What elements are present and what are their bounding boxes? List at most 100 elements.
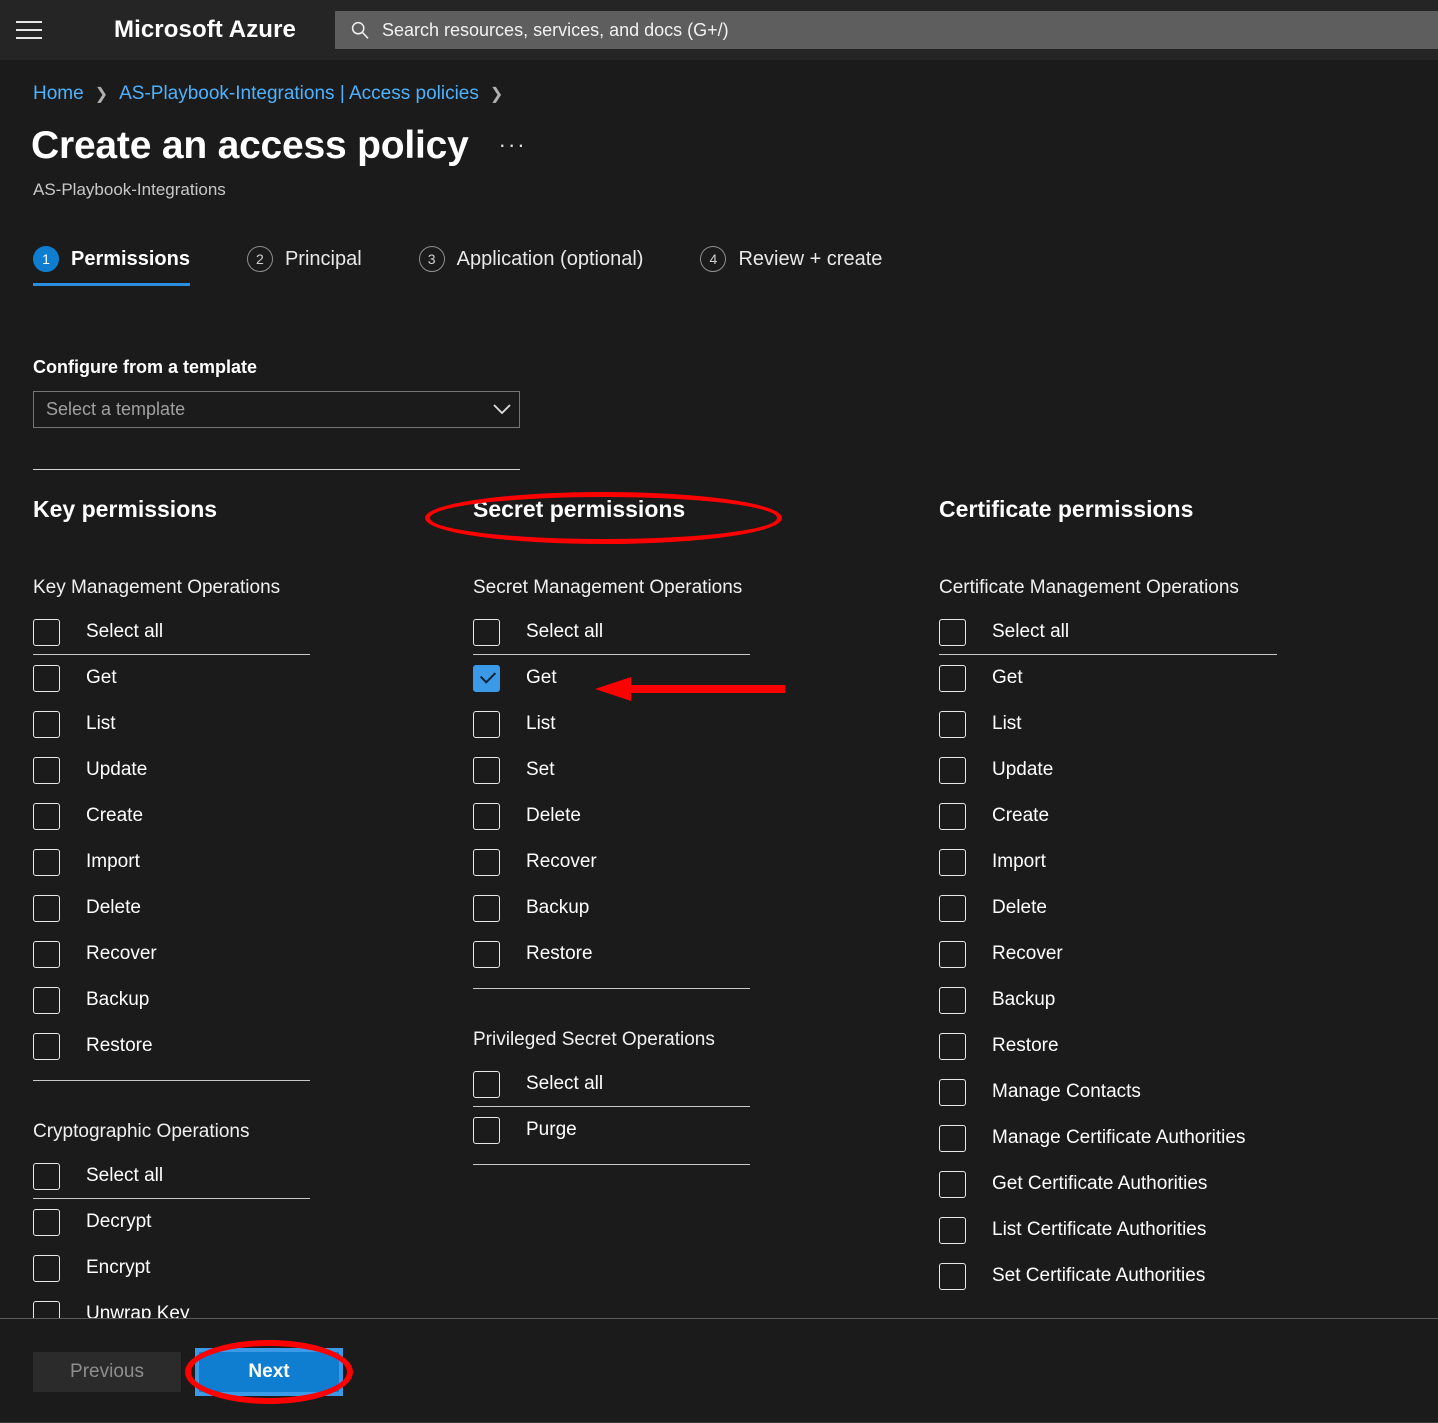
secret-mgmt-select-all-checkbox[interactable]: [473, 618, 500, 646]
key-management-operations-title: Key Management Operations: [33, 577, 281, 598]
secret-perm-backup-checkbox[interactable]: [473, 894, 500, 922]
key-perm-recover-checkbox[interactable]: [33, 940, 60, 968]
key-perm-update-row[interactable]: Update: [33, 747, 413, 793]
cert-perm-list-cert-authorities-row[interactable]: List Certificate Authorities: [939, 1207, 1359, 1253]
secret-perm-set-row[interactable]: Set: [473, 747, 853, 793]
key-perm-import-checkbox[interactable]: [33, 848, 60, 876]
secret-perm-recover-label: Recover: [526, 851, 597, 872]
crypto-select-all-row[interactable]: Select all: [33, 1154, 413, 1198]
key-perm-restore-checkbox[interactable]: [33, 1032, 60, 1060]
tab-application[interactable]: 3 Application (optional): [418, 246, 644, 286]
cert-perm-delete-label: Delete: [992, 897, 1047, 918]
secret-perm-recover-checkbox[interactable]: [473, 848, 500, 876]
cert-perm-update-checkbox[interactable]: [939, 756, 966, 784]
breadcrumb-item-home[interactable]: Home: [33, 83, 84, 105]
cert-perm-manage-cert-authorities-checkbox[interactable]: [939, 1124, 966, 1152]
key-perm-backup-row[interactable]: Backup: [33, 977, 413, 1023]
cert-mgmt-select-all-checkbox[interactable]: [939, 618, 966, 646]
key-perm-decrypt-row[interactable]: Decrypt: [33, 1199, 413, 1245]
key-perm-list-row[interactable]: List: [33, 701, 413, 747]
key-perm-delete-row[interactable]: Delete: [33, 885, 413, 931]
key-perm-update-checkbox[interactable]: [33, 756, 60, 784]
secret-perm-get-row[interactable]: Get: [473, 655, 853, 701]
cert-perm-list-checkbox[interactable]: [939, 710, 966, 738]
search-placeholder: Search resources, services, and docs (G+…: [382, 19, 729, 40]
key-perm-delete-checkbox[interactable]: [33, 894, 60, 922]
cert-perm-set-cert-authorities-row[interactable]: Set Certificate Authorities: [939, 1253, 1359, 1299]
tab-review-create[interactable]: 4 Review + create: [700, 246, 882, 286]
key-perm-create-row[interactable]: Create: [33, 793, 413, 839]
cert-perm-update-row[interactable]: Update: [939, 747, 1359, 793]
key-mgmt-select-all-row[interactable]: Select all: [33, 610, 413, 654]
cert-perm-recover-row[interactable]: Recover: [939, 931, 1359, 977]
secret-perm-list-row[interactable]: List: [473, 701, 853, 747]
cert-perm-list-row[interactable]: List: [939, 701, 1359, 747]
cert-perm-import-checkbox[interactable]: [939, 848, 966, 876]
privileged-secret-select-all-row[interactable]: Select all: [473, 1062, 853, 1106]
key-perm-recover-row[interactable]: Recover: [33, 931, 413, 977]
cert-perm-recover-checkbox[interactable]: [939, 940, 966, 968]
cert-perm-get-row[interactable]: Get: [939, 655, 1359, 701]
cert-perm-list-cert-authorities-checkbox[interactable]: [939, 1216, 966, 1244]
secret-perm-set-checkbox[interactable]: [473, 756, 500, 784]
secret-perm-delete-checkbox[interactable]: [473, 802, 500, 830]
template-select[interactable]: Select a template: [33, 391, 520, 428]
key-perm-backup-checkbox[interactable]: [33, 986, 60, 1014]
privileged-secret-select-all-checkbox[interactable]: [473, 1070, 500, 1098]
secret-perm-get-checkbox[interactable]: [473, 664, 500, 692]
cert-mgmt-select-all-row[interactable]: Select all: [939, 610, 1359, 654]
cert-perm-create-checkbox[interactable]: [939, 802, 966, 830]
previous-button[interactable]: Previous: [33, 1352, 181, 1392]
tab-permissions[interactable]: 1 Permissions: [33, 246, 190, 286]
cert-perm-get-cert-authorities-checkbox[interactable]: [939, 1170, 966, 1198]
key-perm-encrypt-checkbox[interactable]: [33, 1254, 60, 1282]
content-bottom-divider: [0, 1318, 1438, 1319]
secret-perm-set-label: Set: [526, 759, 555, 780]
key-perm-import-row[interactable]: Import: [33, 839, 413, 885]
cert-perm-get-checkbox[interactable]: [939, 664, 966, 692]
brand-title[interactable]: Microsoft Azure: [114, 16, 296, 44]
key-perm-encrypt-label: Encrypt: [86, 1257, 151, 1278]
tab-principal[interactable]: 2 Principal: [246, 246, 362, 286]
cert-perm-manage-cert-authorities-row[interactable]: Manage Certificate Authorities: [939, 1115, 1359, 1161]
key-perm-restore-row[interactable]: Restore: [33, 1023, 413, 1069]
breadcrumb-item-access-policies[interactable]: AS-Playbook-Integrations | Access polici…: [119, 83, 479, 105]
cert-perm-restore-checkbox[interactable]: [939, 1032, 966, 1060]
global-search-input[interactable]: Search resources, services, and docs (G+…: [335, 11, 1438, 49]
crypto-select-all-checkbox[interactable]: [33, 1162, 60, 1190]
key-mgmt-select-all-checkbox[interactable]: [33, 618, 60, 646]
divider: [473, 1164, 750, 1165]
key-perm-create-checkbox[interactable]: [33, 802, 60, 830]
secret-perm-purge-checkbox[interactable]: [473, 1116, 500, 1144]
tab-application-label: Application (optional): [456, 247, 644, 270]
cert-perm-manage-contacts-row[interactable]: Manage Contacts: [939, 1069, 1359, 1115]
secret-perm-restore-row[interactable]: Restore: [473, 931, 853, 977]
cert-perm-backup-row[interactable]: Backup: [939, 977, 1359, 1023]
secret-perm-purge-row[interactable]: Purge: [473, 1107, 853, 1153]
cert-perm-get-cert-authorities-row[interactable]: Get Certificate Authorities: [939, 1161, 1359, 1207]
secret-perm-restore-checkbox[interactable]: [473, 940, 500, 968]
secret-perm-backup-row[interactable]: Backup: [473, 885, 853, 931]
tab-review-create-label: Review + create: [738, 247, 883, 270]
section-divider: [33, 469, 520, 470]
cert-perm-backup-checkbox[interactable]: [939, 986, 966, 1014]
key-perm-encrypt-row[interactable]: Encrypt: [33, 1245, 413, 1291]
key-perm-list-checkbox[interactable]: [33, 710, 60, 738]
cert-perm-create-row[interactable]: Create: [939, 793, 1359, 839]
cert-perm-manage-contacts-checkbox[interactable]: [939, 1078, 966, 1106]
cert-perm-delete-checkbox[interactable]: [939, 894, 966, 922]
hamburger-icon[interactable]: [0, 0, 58, 60]
secret-perm-list-checkbox[interactable]: [473, 710, 500, 738]
secret-perm-delete-row[interactable]: Delete: [473, 793, 853, 839]
cert-perm-restore-row[interactable]: Restore: [939, 1023, 1359, 1069]
more-options-icon[interactable]: ···: [499, 132, 527, 158]
cert-perm-import-row[interactable]: Import: [939, 839, 1359, 885]
key-perm-get-row[interactable]: Get: [33, 655, 413, 701]
next-button[interactable]: Next: [199, 1352, 339, 1392]
key-perm-get-checkbox[interactable]: [33, 664, 60, 692]
secret-mgmt-select-all-row[interactable]: Select all: [473, 610, 853, 654]
secret-perm-recover-row[interactable]: Recover: [473, 839, 853, 885]
cert-perm-set-cert-authorities-checkbox[interactable]: [939, 1262, 966, 1290]
cert-perm-delete-row[interactable]: Delete: [939, 885, 1359, 931]
key-perm-decrypt-checkbox[interactable]: [33, 1208, 60, 1236]
